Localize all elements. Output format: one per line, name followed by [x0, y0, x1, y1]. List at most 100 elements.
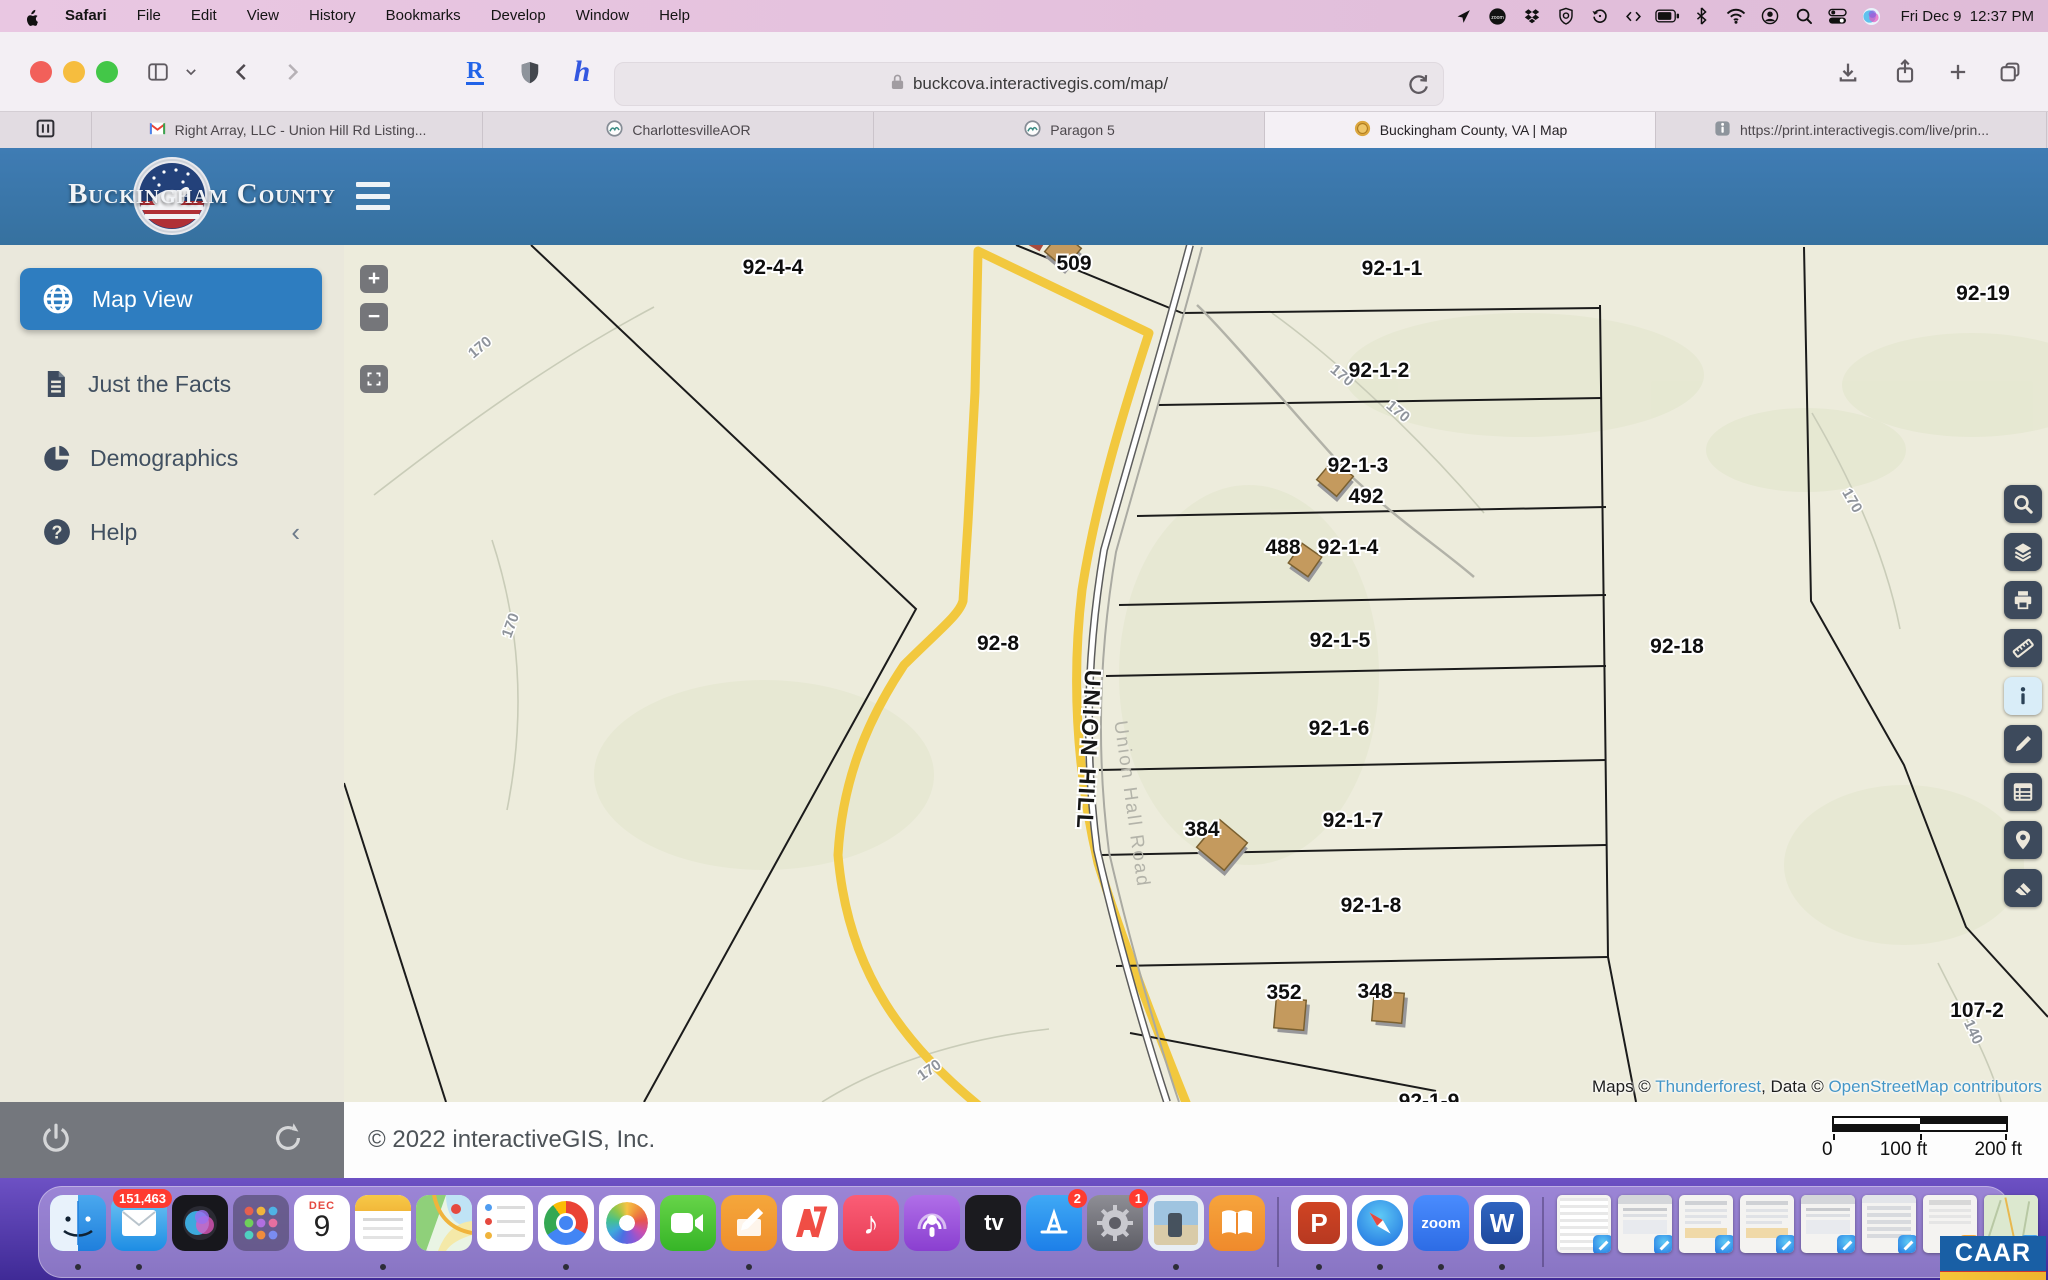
tab-2[interactable]: CharlottesvilleAOR: [483, 112, 874, 148]
spotlight-icon[interactable]: [1789, 5, 1819, 27]
map-canvas[interactable]: 170170170170170170140UNION HILLUnion Hal…: [344, 245, 2048, 1102]
dock-app-word[interactable]: W: [1473, 1187, 1531, 1277]
dropbox-icon[interactable]: [1517, 5, 1547, 27]
new-tab-button[interactable]: [1938, 54, 1978, 90]
thunderforest-link[interactable]: Thunderforest: [1655, 1077, 1761, 1096]
reset-icon[interactable]: [272, 1122, 304, 1159]
dock-app-mail[interactable]: 151,463: [110, 1187, 168, 1277]
dock-window-thumbnail-browser[interactable]: [1616, 1187, 1674, 1277]
dock-app-pages[interactable]: [720, 1187, 778, 1277]
minimize-window-button[interactable]: [63, 61, 85, 83]
sidebar-item-just-the-facts[interactable]: Just the Facts: [20, 353, 322, 415]
menu-history[interactable]: History: [294, 7, 371, 24]
sidebar-item-help[interactable]: ?Help‹: [20, 501, 322, 563]
fullscreen-button[interactable]: [360, 365, 388, 393]
zoom-out-button[interactable]: −: [360, 303, 388, 331]
dock-app-zoom[interactable]: zoom: [1412, 1187, 1470, 1277]
tab-4[interactable]: Buckingham County, VA | Map: [1265, 112, 1656, 148]
raindrop-extension-icon[interactable]: R: [455, 54, 495, 90]
dock-app-chrome[interactable]: [537, 1187, 595, 1277]
dock-app-tv[interactable]: tv: [964, 1187, 1022, 1277]
dock-app-books[interactable]: [1208, 1187, 1266, 1277]
share-button[interactable]: [1885, 54, 1925, 90]
dock-app-siri[interactable]: [171, 1187, 229, 1277]
back-button[interactable]: [222, 54, 262, 90]
dock-app-reminders[interactable]: [476, 1187, 534, 1277]
menu-help[interactable]: Help: [644, 7, 705, 24]
codebrackets-icon[interactable]: [1619, 5, 1649, 27]
tool-search-button[interactable]: [2004, 485, 2042, 523]
siri-icon[interactable]: [1857, 5, 1887, 27]
pinned-tab[interactable]: [0, 112, 92, 148]
tool-layers-button[interactable]: [2004, 533, 2042, 571]
collapse-chevron-icon[interactable]: ‹: [291, 517, 300, 548]
privacy-shield-extension-icon[interactable]: [510, 54, 550, 90]
chevron-down-icon[interactable]: [178, 54, 204, 90]
dock-app-news[interactable]: [781, 1187, 839, 1277]
dock-app-maps[interactable]: [415, 1187, 473, 1277]
dock-app-notes[interactable]: [354, 1187, 412, 1277]
menu-develop[interactable]: Develop: [476, 7, 561, 24]
menu-file[interactable]: File: [122, 7, 176, 24]
menu-window[interactable]: Window: [561, 7, 644, 24]
menu-safari[interactable]: Safari: [50, 0, 122, 32]
sidebar-toggle-icon[interactable]: [138, 54, 178, 90]
address-bar[interactable]: buckcova.interactivegis.com/map/: [614, 62, 1444, 106]
dock-app-appstore[interactable]: 2: [1025, 1187, 1083, 1277]
county-brand[interactable]: Buckingham County: [40, 148, 380, 245]
close-window-button[interactable]: [30, 61, 52, 83]
dock-app-powerpoint[interactable]: P: [1290, 1187, 1348, 1277]
dock-window-thumbnail-list[interactable]: [1860, 1187, 1918, 1277]
menu-edit[interactable]: Edit: [176, 7, 232, 24]
dock-app-preview[interactable]: [1147, 1187, 1205, 1277]
dock-app-finder[interactable]: [49, 1187, 107, 1277]
openstreetmap-link[interactable]: OpenStreetMap contributors: [1828, 1077, 2042, 1096]
dock-app-launchpad[interactable]: [232, 1187, 290, 1277]
tool-tablelist-button[interactable]: [2004, 773, 2042, 811]
dock-app-photos[interactable]: [598, 1187, 656, 1277]
tool-print-button[interactable]: [2004, 581, 2042, 619]
tool-edit-button[interactable]: [2004, 725, 2042, 763]
bluetooth-icon[interactable]: [1687, 5, 1717, 27]
user-icon[interactable]: [1755, 5, 1785, 27]
location-icon[interactable]: [1449, 5, 1479, 27]
dock-app-podcasts[interactable]: [903, 1187, 961, 1277]
tab-overview-button[interactable]: [1990, 54, 2030, 90]
tab-3[interactable]: Paragon 5: [874, 112, 1265, 148]
zoom-in-button[interactable]: +: [360, 265, 388, 293]
dock-app-calendar[interactable]: DEC9: [293, 1187, 351, 1277]
tool-eraser-button[interactable]: [2004, 869, 2042, 907]
forward-button[interactable]: [272, 54, 312, 90]
dock-window-thumbnail-sheet[interactable]: [1555, 1187, 1613, 1277]
tool-measure-button[interactable]: [2004, 629, 2042, 667]
dock-window-thumbnail-browser[interactable]: [1799, 1187, 1857, 1277]
apple-menu-icon[interactable]: [24, 7, 40, 26]
sidebar-item-map-view[interactable]: Map View: [20, 268, 322, 330]
timemachine-icon[interactable]: [1585, 5, 1615, 27]
power-icon[interactable]: [40, 1122, 72, 1159]
hamburger-menu-icon[interactable]: [356, 182, 390, 210]
dock-window-thumbnail-doc[interactable]: [1738, 1187, 1796, 1277]
zoom-window-button[interactable]: [96, 61, 118, 83]
menu-clock[interactable]: Fri Dec 9 12:37 PM: [1901, 8, 2034, 25]
dock-app-music[interactable]: ♪: [842, 1187, 900, 1277]
zoomapp-icon[interactable]: zoom: [1483, 5, 1513, 27]
tab-1[interactable]: Right Array, LLC - Union Hill Rd Listing…: [92, 112, 483, 148]
dock-app-settings[interactable]: 1: [1086, 1187, 1144, 1277]
downloads-button[interactable]: [1828, 54, 1868, 90]
battery-icon[interactable]: [1653, 5, 1683, 27]
dock-app-safari[interactable]: [1351, 1187, 1409, 1277]
dock-window-thumbnail-doc[interactable]: [1677, 1187, 1735, 1277]
menu-bookmarks[interactable]: Bookmarks: [371, 7, 476, 24]
tool-marker-button[interactable]: [2004, 821, 2042, 859]
reload-icon[interactable]: [1406, 72, 1431, 102]
tool-info-button[interactable]: [2004, 677, 2042, 715]
sidebar-item-demographics[interactable]: Demographics: [20, 427, 322, 489]
controlcenter-icon[interactable]: [1823, 5, 1853, 27]
dock-app-facetime[interactable]: [659, 1187, 717, 1277]
shieldlink-icon[interactable]: [1551, 5, 1581, 27]
honey-extension-icon[interactable]: h: [562, 54, 602, 90]
wifi-icon[interactable]: [1721, 5, 1751, 27]
menu-view[interactable]: View: [232, 7, 294, 24]
tab-5[interactable]: https://print.interactivegis.com/live/pr…: [1656, 112, 2047, 148]
